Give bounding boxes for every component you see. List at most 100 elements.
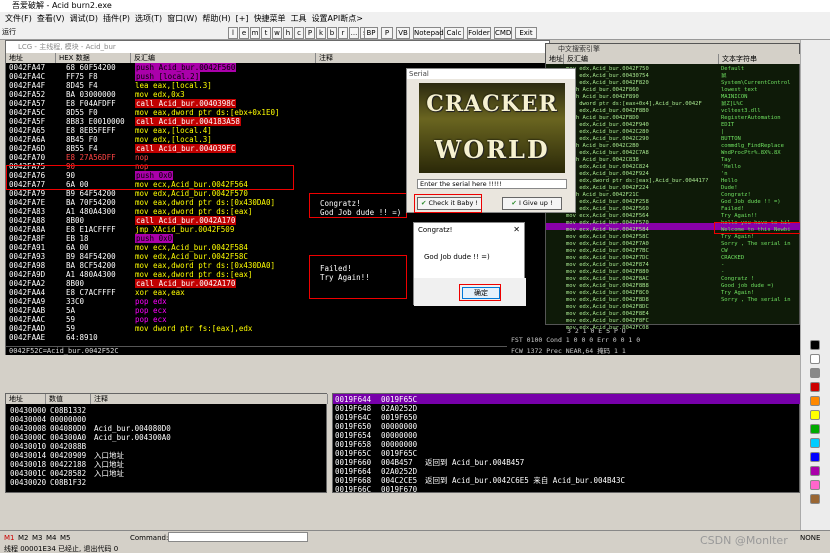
string-disasm-row[interactable]: mov edx,Acid_bur.0042F924 bbox=[566, 171, 716, 178]
string-disasm-row[interactable]: mov edx,Acid_bur.0042C7A8 bbox=[566, 150, 716, 157]
string-text-row[interactable]: Tay bbox=[721, 157, 799, 164]
menu-item-5[interactable]: 窗口(W) bbox=[167, 14, 197, 23]
memory-tab-4[interactable]: M5 bbox=[60, 534, 71, 542]
string-disasm-row[interactable]: mov edx,Acid_bur.0042C280 bbox=[566, 129, 716, 136]
disasm-row[interactable]: 0042FAA4 E8 C7ACFFFF xor eax,eax bbox=[6, 288, 316, 297]
string-text-row[interactable]: WndProcPtr%.8X%.8X bbox=[721, 150, 799, 157]
disasm-row[interactable]: 0042FA98 BA 8CF54200 mov eax,dword ptr ds:… bbox=[6, 261, 316, 270]
string-text-row[interactable]: God Job dude !! =) bbox=[721, 199, 799, 206]
toolbar-btn-0[interactable]: BP bbox=[364, 27, 378, 39]
string-text-row[interactable]: Try Again! bbox=[721, 290, 799, 297]
string-disasm-row[interactable]: push Acid_bur.0042C2B0 bbox=[566, 143, 716, 150]
toolbar-btn-1[interactable]: P bbox=[381, 27, 393, 39]
string-disasm-row[interactable]: mov edx,Acid_bur.0042F7BC bbox=[566, 248, 716, 255]
string-text-row[interactable]: Congratz ! bbox=[721, 276, 799, 283]
stack-addr[interactable]: 0019F658 bbox=[335, 440, 371, 449]
palette-swatch[interactable] bbox=[810, 382, 820, 392]
string-disasm-row[interactable]: mov edx,Acid_bur.0042F880 bbox=[566, 269, 716, 276]
toolbar-letter-0[interactable]: l bbox=[228, 27, 238, 39]
string-text-row[interactable]: CRACKED bbox=[721, 255, 799, 262]
string-text-row[interactable]: Try Again!! bbox=[721, 213, 799, 220]
string-text-row[interactable]: Try Again! bbox=[721, 234, 799, 241]
string-disasm-row[interactable]: push Acid_bur.0042F8D0 bbox=[566, 115, 716, 122]
stack-addr[interactable]: 0019F650 bbox=[335, 422, 371, 431]
string-disasm-row[interactable]: mov edx,Acid_bur.0042F7DC bbox=[566, 255, 716, 262]
string-text-row[interactable]: - bbox=[721, 269, 799, 276]
dump-addr[interactable]: 00430018 bbox=[10, 460, 46, 469]
menu-item-10[interactable]: 设置API断点> bbox=[312, 14, 363, 23]
disasm-row[interactable]: 0042FAAB 5A pop ecx bbox=[6, 306, 316, 315]
string-disasm-row[interactable]: mov edx,Acid_bur.0042F820 bbox=[566, 80, 716, 87]
string-col-disasm[interactable]: 反汇编 bbox=[564, 54, 719, 64]
string-disasm-row[interactable]: mov edx,Acid_bur.0042F7A0 bbox=[566, 241, 716, 248]
menu-item-6[interactable]: 帮助(H) bbox=[202, 14, 230, 23]
palette-swatch[interactable] bbox=[810, 494, 820, 504]
disasm-row[interactable]: 0042FAAD 59 mov dword ptr fs:[eax],edx bbox=[6, 324, 316, 333]
string-text-row[interactable]: System\CurrentControl bbox=[721, 80, 799, 87]
dump-addr[interactable]: 00430008 bbox=[10, 424, 46, 433]
dump-addr[interactable]: 0043001C bbox=[10, 469, 46, 478]
disasm-row[interactable]: 0042FAA9 33C0 pop edx bbox=[6, 297, 316, 306]
string-text-row[interactable]: | bbox=[721, 129, 799, 136]
string-disasm-row[interactable]: mov edx,Acid_bur.0042F8DC bbox=[566, 304, 716, 311]
toolbar-btn-7[interactable]: Exit bbox=[515, 27, 537, 39]
string-disasm-row[interactable]: mov edx,Acid_bur.00430754 bbox=[566, 73, 716, 80]
string-disasm-row[interactable]: mov edx,Acid_bur.0042F570 bbox=[566, 220, 716, 227]
close-icon[interactable]: ✕ bbox=[513, 225, 520, 234]
string-disasm-row[interactable]: push Acid_bur.0042F860 bbox=[566, 87, 716, 94]
string-text-row[interactable]: Sorry , The serial in bbox=[721, 297, 799, 304]
toolbar-letter-9[interactable]: b bbox=[327, 27, 337, 39]
string-text-row[interactable]: lowest text bbox=[721, 87, 799, 94]
string-text-row[interactable]: Default bbox=[721, 66, 799, 73]
stack-addr[interactable]: 0019F66C bbox=[335, 485, 371, 494]
toolbar-btn-2[interactable]: VB bbox=[396, 27, 410, 39]
string-text-row[interactable]: vcltest3.dll bbox=[721, 108, 799, 115]
disasm-row[interactable]: 0042FA9D A1 480A4300 mov eax,dword ptr ds:… bbox=[6, 270, 316, 279]
disasm-row[interactable]: 0042FA6D 8B55 F4 call Acid_bur.004039FC bbox=[6, 144, 316, 153]
dump-col-comment[interactable]: 注释 bbox=[91, 394, 328, 404]
menu-item-1[interactable]: 查看(V) bbox=[37, 14, 65, 23]
disasm-row[interactable]: 0042FAA2 8B00 call Acid_bur.0042A170 bbox=[6, 279, 316, 288]
menu-item-7[interactable]: [+] bbox=[236, 14, 249, 23]
memory-tab-3[interactable]: M4 bbox=[46, 534, 57, 542]
col-addr-header[interactable]: 地址 bbox=[6, 53, 56, 63]
string-text-row[interactable]: Dude! bbox=[721, 185, 799, 192]
string-text-row[interactable]: - bbox=[721, 262, 799, 269]
serial-input[interactable]: Enter the serial here !!!!! bbox=[417, 179, 567, 189]
string-col-text[interactable]: 文本字符串 bbox=[719, 54, 801, 64]
toolbar-btn-5[interactable]: Folder bbox=[467, 27, 491, 39]
string-col-addr[interactable]: 地址 bbox=[546, 54, 564, 64]
toolbar-letter-7[interactable]: P bbox=[305, 27, 315, 39]
col-comment-header[interactable]: 注释 bbox=[316, 53, 551, 63]
toolbar-letter-1[interactable]: e bbox=[239, 27, 249, 39]
string-disasm-row[interactable]: mov edx,Acid_bur.0042F874 bbox=[566, 262, 716, 269]
string-text-row[interactable]: 鼠 bbox=[721, 73, 799, 80]
toolbar-letter-2[interactable]: m bbox=[250, 27, 260, 39]
stack-addr[interactable]: 0019F660 bbox=[335, 458, 371, 467]
string-disasm-row[interactable]: mov edx,Acid_bur.0042F8E4 bbox=[566, 311, 716, 318]
string-disasm-row[interactable]: mov edx,Acid_bur.0042F224 bbox=[566, 185, 716, 192]
toolbar-letter-4[interactable]: w bbox=[272, 27, 282, 39]
string-text-row[interactable]: EDIT bbox=[721, 122, 799, 129]
palette-swatch[interactable] bbox=[810, 438, 820, 448]
string-disasm-row[interactable]: mov edx,dword ptr ds:[eax],Acid_bur.0044… bbox=[566, 178, 716, 185]
string-text-row[interactable]: 鼠Z]L%C bbox=[721, 101, 799, 108]
string-text-row[interactable]: CW bbox=[721, 248, 799, 255]
string-disasm-row[interactable]: mov edx,Acid_bur.0042F258 bbox=[566, 199, 716, 206]
dump-col-addr[interactable]: 地址 bbox=[6, 394, 46, 404]
string-disasm-row[interactable]: mov edx,Acid_bur.0042F8C0 bbox=[566, 290, 716, 297]
palette-swatch[interactable] bbox=[810, 480, 820, 490]
string-text-row[interactable]: BUTTON bbox=[721, 136, 799, 143]
dump-addr[interactable]: 00430004 bbox=[10, 415, 46, 424]
string-disasm-row[interactable]: mov edx,Acid_bur.0042FC08 bbox=[566, 325, 716, 332]
menu-item-0[interactable]: 文件(F) bbox=[5, 14, 32, 23]
string-disasm-row[interactable]: mov edx,Acid_bur.0042F750 bbox=[566, 66, 716, 73]
disasm-row[interactable]: 0042FA8F EB 18 push 0x0 bbox=[6, 234, 316, 243]
disasm-row[interactable]: 0042FA47 68 60F54200 push Acid_bur.0042F56… bbox=[6, 63, 316, 72]
disasm-row[interactable]: 0042FA6A 8B45 F0 mov edx,[local.3] bbox=[6, 135, 316, 144]
disasm-row[interactable]: 0042FA5C 8D55 F0 mov eax,dword ptr ds:[ebx… bbox=[6, 108, 316, 117]
toolbar-letter-5[interactable]: h bbox=[283, 27, 293, 39]
string-text-row[interactable]: MAINICON bbox=[721, 94, 799, 101]
disasm-row[interactable]: 0042FA79 B9 64F54200 mov edx,Acid_bur.0042… bbox=[6, 189, 316, 198]
palette-swatch[interactable] bbox=[810, 466, 820, 476]
